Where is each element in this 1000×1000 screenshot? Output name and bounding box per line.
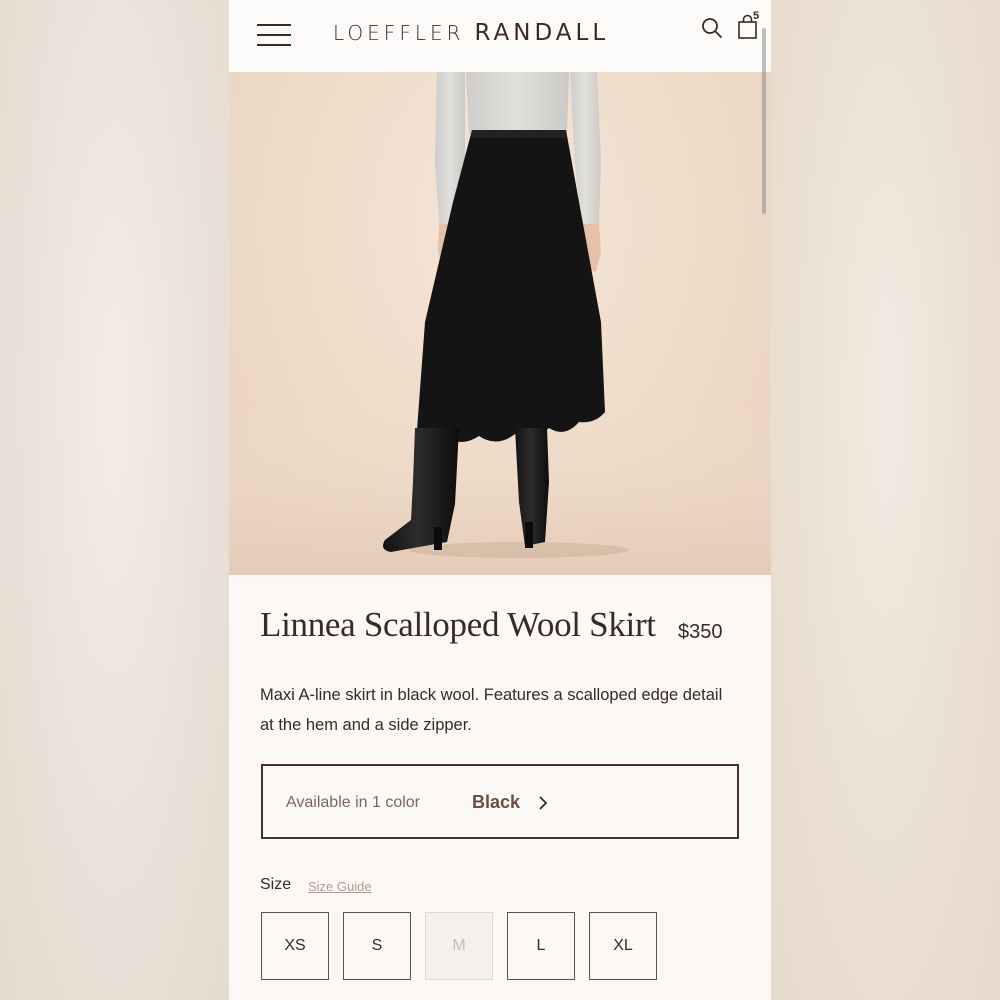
size-option-xs[interactable]: XS (261, 912, 329, 980)
brand-logo-part2: RANDALL (474, 20, 610, 46)
chevron-right-icon (539, 796, 548, 810)
product-info: Linnea Scalloped Wool Skirt $350 Maxi A-… (229, 575, 771, 1000)
product-price: $350 (678, 621, 723, 643)
site-header: LOEFFLER RANDALL 5 (229, 0, 771, 72)
product-title: Linnea Scalloped Wool Skirt (260, 605, 656, 644)
mobile-page: LOEFFLER RANDALL 5 Linnea Scalloped Wool… (229, 0, 771, 1000)
search-icon[interactable] (700, 16, 724, 40)
product-description: Maxi A-line skirt in black wool. Feature… (260, 686, 723, 734)
color-availability-text: Available in 1 color (286, 794, 421, 811)
model-illustration (229, 72, 771, 575)
size-option-l[interactable]: L (507, 912, 575, 980)
size-guide-link[interactable]: Size Guide (308, 879, 372, 894)
cart-count-badge: 5 (753, 10, 760, 22)
brand-logo[interactable]: LOEFFLER RANDALL (333, 20, 609, 50)
size-option-s[interactable]: S (343, 912, 411, 980)
size-option-m[interactable]: M (425, 912, 493, 980)
scrollbar[interactable] (762, 28, 766, 214)
selected-color: Black (472, 792, 521, 812)
color-selector[interactable]: Available in 1 color Black (261, 764, 739, 839)
menu-icon[interactable] (257, 24, 291, 46)
backdrop-right (771, 0, 1000, 1000)
product-image[interactable] (229, 72, 771, 575)
backdrop-left (0, 0, 229, 1000)
size-label: Size (260, 876, 292, 893)
brand-logo-part1: LOEFFLER (333, 21, 465, 45)
size-option-xl[interactable]: XL (589, 912, 657, 980)
